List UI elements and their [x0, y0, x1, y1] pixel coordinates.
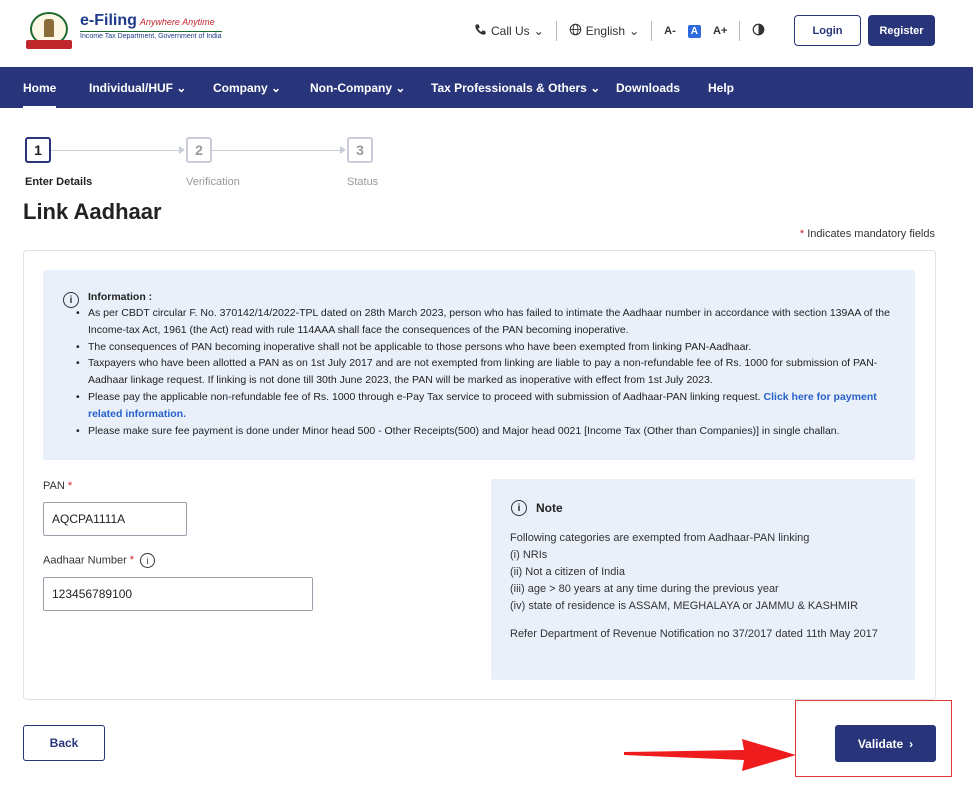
list-item: (i) NRIs	[510, 549, 548, 561]
info-icon[interactable]: i	[140, 553, 156, 568]
information-title: Information :	[88, 291, 153, 303]
nav-company[interactable]: Company ⌄	[213, 81, 281, 95]
back-button[interactable]: Back	[23, 725, 105, 761]
call-us-dropdown[interactable]: Call Us ⌄	[474, 23, 544, 39]
efiling-logo[interactable]: e-Filing Anywhere Anytime Income Tax Depa…	[24, 12, 222, 50]
list-item: Please make sure fee payment is done und…	[76, 423, 898, 440]
step-1-label: Enter Details	[25, 176, 93, 188]
chevron-down-icon: ⌄	[176, 81, 187, 95]
font-increase-button[interactable]: A+	[713, 25, 727, 37]
step-2-label: Verification	[186, 176, 240, 188]
step-1-indicator: 1	[25, 137, 51, 163]
main-nav: Home Individual/HUF ⌄ Company ⌄ Non-Comp…	[0, 67, 973, 109]
list-item: (ii) Not a citizen of India	[510, 566, 625, 578]
font-decrease-button[interactable]: A-	[664, 25, 676, 37]
information-list: As per CBDT circular F. No. 370142/14/20…	[76, 305, 898, 440]
list-item: (iv) state of residence is ASSAM, MEGHAL…	[510, 600, 859, 612]
step-arrow-icon	[340, 146, 346, 154]
font-default-button[interactable]: A	[687, 24, 701, 38]
login-button[interactable]: Login	[794, 15, 861, 46]
logo-tagline: Anywhere Anytime	[139, 17, 215, 27]
nav-home[interactable]: Home	[23, 81, 57, 109]
list-item: As per CBDT circular F. No. 370142/14/20…	[76, 305, 898, 339]
note-title: Note	[536, 501, 563, 515]
note-panel: i Note Following categories are exempted…	[491, 479, 915, 680]
phone-icon	[474, 23, 487, 39]
list-item: Taxpayers who have been allotted a PAN a…	[76, 355, 898, 389]
list-item: The consequences of PAN becoming inopera…	[76, 339, 898, 356]
list-item: Please pay the applicable non-refundable…	[76, 389, 898, 423]
header-divider	[555, 21, 557, 41]
emblem-icon	[24, 12, 74, 50]
mandatory-fields-note: * Indicates mandatory fields	[799, 228, 935, 240]
step-arrow-icon	[179, 146, 185, 154]
nav-downloads[interactable]: Downloads	[616, 81, 680, 95]
nav-individual-huf[interactable]: Individual/HUF ⌄	[89, 81, 186, 95]
chevron-down-icon: ⌄	[271, 81, 282, 95]
note-reference: Refer Department of Revenue Notification…	[510, 628, 878, 640]
page-title: Link Aadhaar	[23, 199, 162, 224]
chevron-down-icon: ⌄	[395, 81, 406, 95]
chevron-down-icon: ⌄	[590, 81, 601, 95]
top-header: e-Filing Anywhere Anytime Income Tax Depa…	[0, 0, 973, 67]
globe-icon	[569, 23, 582, 39]
step-3-label: Status	[347, 176, 379, 188]
nav-non-company[interactable]: Non-Company ⌄	[310, 81, 405, 95]
header-divider	[651, 21, 653, 41]
list-item: (iii) age > 80 years at any time during …	[510, 583, 779, 595]
step-2-indicator: 2	[186, 137, 212, 163]
call-us-label: Call Us	[491, 24, 530, 38]
chevron-down-icon: ⌄	[629, 24, 640, 38]
language-dropdown[interactable]: English ⌄	[569, 23, 639, 39]
info-icon: i	[511, 500, 527, 516]
nav-tax-professionals[interactable]: Tax Professionals & Others ⌄	[431, 81, 600, 95]
logo-subtitle: Income Tax Department, Government of Ind…	[80, 31, 222, 40]
pan-label: PAN *	[43, 480, 73, 492]
nav-help[interactable]: Help	[708, 81, 734, 95]
highlight-annotation	[795, 700, 952, 777]
aadhaar-label: Aadhaar Number * i	[43, 553, 156, 568]
language-label: English	[585, 24, 626, 38]
aadhaar-input[interactable]: 123456789100	[43, 577, 313, 611]
step-connector	[51, 150, 181, 151]
register-button[interactable]: Register	[868, 15, 935, 46]
step-connector	[212, 150, 342, 151]
information-panel: i Information : As per CBDT circular F. …	[43, 270, 915, 460]
step-3-indicator: 3	[347, 137, 373, 163]
pan-input[interactable]: AQCPA1111A	[43, 502, 187, 536]
note-text: Following categories are exempted from A…	[510, 530, 900, 615]
contrast-toggle-icon[interactable]	[752, 23, 765, 39]
red-arrow-icon	[624, 739, 796, 771]
header-divider	[739, 21, 741, 41]
chevron-down-icon: ⌄	[533, 24, 544, 38]
logo-title: e-Filing Anywhere Anytime	[80, 12, 215, 29]
